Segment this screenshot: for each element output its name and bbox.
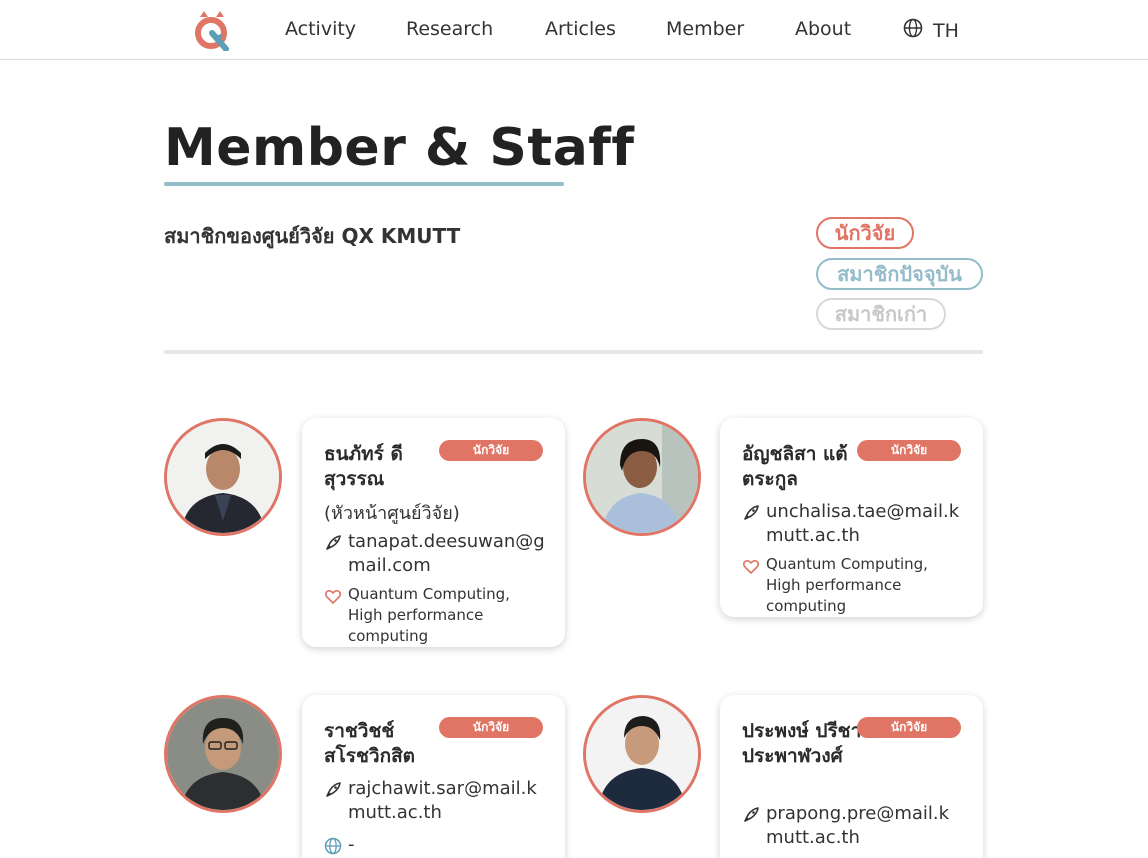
role-badge: นักวิจัย <box>439 717 543 738</box>
page-title: Member & Staff <box>164 118 635 178</box>
heart-icon <box>324 588 342 606</box>
member-email[interactable]: tanapat.deesuwan@gmail.com <box>348 530 548 578</box>
globe-icon <box>903 18 923 43</box>
member-avatar <box>164 695 282 813</box>
top-navigation: Activity Research Articles Member About … <box>0 0 1148 60</box>
rocket-icon <box>324 781 342 799</box>
qx-logo[interactable] <box>192 9 232 52</box>
nav-research[interactable]: Research <box>406 18 493 40</box>
member-interest: Quantum Computing, High performance comp… <box>348 585 510 645</box>
nav-member[interactable]: Member <box>666 18 744 40</box>
member-name: ประพงษ์ ปรีชาประพาฬวงศ์ <box>742 720 862 767</box>
rocket-icon <box>324 534 342 552</box>
page-subtitle: สมาชิกของศูนย์วิจัย QX KMUTT <box>164 224 461 248</box>
heart-icon <box>742 558 760 576</box>
role-badge: นักวิจัย <box>439 440 543 461</box>
rocket-icon <box>742 504 760 522</box>
member-email[interactable]: rajchawit.sar@mail.kmutt.ac.th <box>348 777 548 825</box>
member-avatar <box>583 695 701 813</box>
member-avatar <box>164 418 282 536</box>
filter-alumni[interactable]: สมาชิกเก่า <box>816 298 946 330</box>
rocket-icon <box>742 806 760 824</box>
globe-icon <box>324 837 342 855</box>
member-email[interactable]: unchalisa.tae@mail.kmutt.ac.th <box>766 500 966 548</box>
member-card[interactable]: ธนภัทร์ ดีสุวรรณ นักวิจัย (หัวหน้าศูนย์ว… <box>302 418 565 647</box>
nav-articles[interactable]: Articles <box>545 18 616 40</box>
role-badge: นักวิจัย <box>857 440 961 461</box>
member-email[interactable]: prapong.pre@mail.kmutt.ac.th <box>766 802 966 850</box>
member-name: ราชวิชช์ สโรชวิกสิต <box>324 720 416 767</box>
member-card[interactable]: ราชวิชช์ สโรชวิกสิต นักวิจัย rajchawit.s… <box>302 695 565 858</box>
title-underline <box>164 182 564 186</box>
member-avatar <box>583 418 701 536</box>
member-card[interactable]: อัญชลิสา แต้ตระกูล นักวิจัย unchalisa.ta… <box>720 418 983 617</box>
member-interest: Quantum Computing, High performance comp… <box>766 555 928 615</box>
role-badge: นักวิจัย <box>857 717 961 738</box>
member-card[interactable]: ประพงษ์ ปรีชาประพาฬวงศ์ นักวิจัย prapong… <box>720 695 983 858</box>
language-label: TH <box>933 19 959 42</box>
filter-current-members[interactable]: สมาชิกปัจจุบัน <box>816 258 983 290</box>
nav-about[interactable]: About <box>795 18 851 40</box>
filter-researcher[interactable]: นักวิจัย <box>816 217 914 249</box>
language-switcher[interactable]: TH <box>903 18 959 43</box>
nav-activity[interactable]: Activity <box>285 18 356 40</box>
member-position: (หัวหน้าศูนย์วิจัย) <box>324 503 460 524</box>
member-name: อัญชลิสา แต้ตระกูล <box>742 443 848 490</box>
section-divider <box>164 350 983 354</box>
member-name: ธนภัทร์ ดีสุวรรณ <box>324 443 403 490</box>
member-website[interactable]: - <box>348 833 548 857</box>
